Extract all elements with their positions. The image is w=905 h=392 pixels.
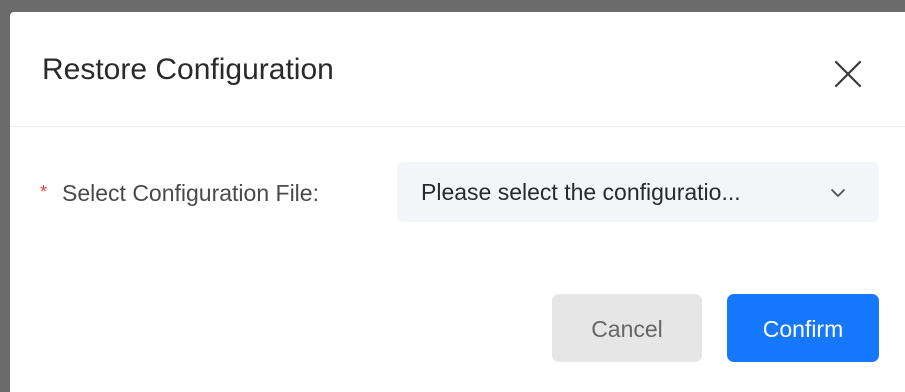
chevron-down-icon bbox=[829, 184, 847, 202]
config-file-select-placeholder: Please select the configuratio... bbox=[421, 179, 741, 205]
cancel-button[interactable]: Cancel bbox=[552, 294, 702, 362]
restore-config-dialog: Restore Configuration * Select Configura… bbox=[10, 12, 905, 392]
confirm-button[interactable]: Confirm bbox=[727, 294, 879, 362]
config-file-form-row: * Select Configuration File: Please sele… bbox=[10, 162, 905, 224]
dialog-title: Restore Configuration bbox=[42, 53, 334, 86]
config-file-label: Select Configuration File: bbox=[62, 180, 319, 206]
close-icon bbox=[833, 59, 863, 94]
config-file-select[interactable]: Please select the configuratio... bbox=[397, 162, 879, 222]
dialog-header: Restore Configuration bbox=[10, 12, 905, 127]
required-mark: * bbox=[40, 182, 48, 202]
close-button[interactable] bbox=[828, 56, 868, 96]
